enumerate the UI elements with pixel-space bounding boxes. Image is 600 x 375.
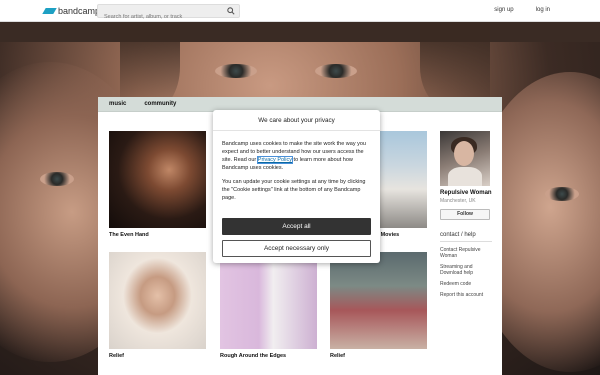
search-icon[interactable]: [227, 7, 235, 15]
cookie-settings-note: You can update your cookie settings at a…: [222, 179, 366, 201]
account-links: sign up log in: [494, 7, 550, 13]
album-cover[interactable]: [109, 252, 206, 349]
search-input[interactable]: [98, 11, 223, 23]
dialog-title: We care about your privacy: [213, 110, 380, 131]
artist-sidebar: Repulsive Woman Manchester, UK Follow co…: [440, 131, 492, 298]
bandcamp-logo[interactable]: bandcamp: [42, 6, 101, 16]
dialog-body: Bandcamp uses cookies to make the site w…: [213, 131, 380, 202]
login-link[interactable]: log in: [536, 7, 550, 13]
contact-help-heading: contact / help: [440, 232, 492, 242]
tab-community[interactable]: community: [144, 101, 176, 107]
top-bar: bandcamp sign up log in: [0, 0, 600, 23]
album-cover[interactable]: [330, 252, 427, 349]
artist-photo[interactable]: [440, 131, 490, 186]
report-account-link[interactable]: Report this account: [440, 292, 492, 298]
album-title[interactable]: Relief: [109, 353, 206, 359]
artist-location: Manchester, UK: [440, 198, 476, 204]
logo-text: bandcamp: [58, 6, 101, 16]
album-cover[interactable]: [109, 131, 206, 228]
album-card[interactable]: Rough Around the Edges: [220, 252, 317, 359]
artist-name[interactable]: Repulsive Woman: [440, 190, 492, 197]
album-title[interactable]: Relief: [330, 353, 427, 359]
search-box: [97, 4, 240, 23]
accept-all-button[interactable]: Accept all: [222, 218, 371, 235]
redeem-code-link[interactable]: Redeem code: [440, 281, 492, 287]
album-card[interactable]: The Even Hand: [109, 131, 206, 238]
album-title[interactable]: Rough Around the Edges: [220, 353, 317, 359]
bandcamp-logo-icon: [42, 8, 57, 14]
privacy-policy-link[interactable]: Privacy Policy: [256, 156, 294, 164]
accept-necessary-button[interactable]: Accept necessary only: [222, 240, 371, 257]
download-help-link[interactable]: Streaming and Download help: [440, 264, 492, 276]
contact-artist-link[interactable]: Contact Repulsive Woman: [440, 247, 492, 259]
album-cover[interactable]: [220, 252, 317, 349]
cookie-explanation: Bandcamp uses cookies to make the site w…: [222, 141, 366, 171]
signup-link[interactable]: sign up: [494, 7, 513, 13]
cookie-consent-dialog: We care about your privacy Bandcamp uses…: [213, 110, 380, 263]
tab-music[interactable]: music: [109, 101, 126, 107]
album-card[interactable]: Relief: [109, 252, 206, 359]
album-card[interactable]: Relief: [330, 252, 427, 359]
follow-button[interactable]: Follow: [440, 209, 490, 220]
album-title[interactable]: The Even Hand: [109, 232, 206, 238]
